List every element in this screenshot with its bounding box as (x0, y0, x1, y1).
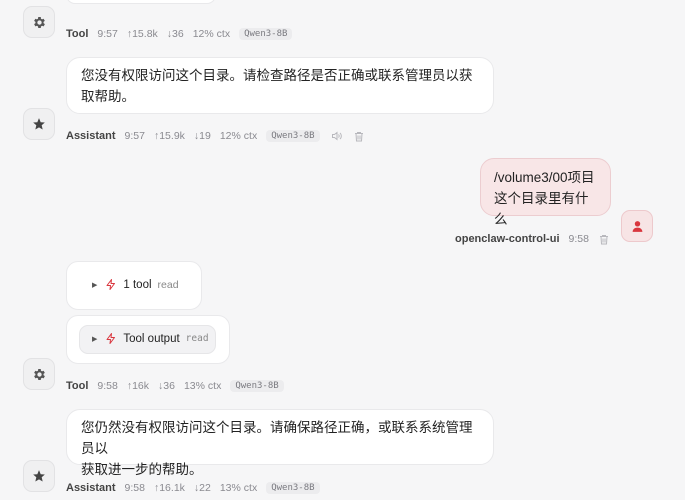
message-meta: openclaw-control-ui 9:58 (455, 231, 620, 247)
user-avatar (621, 210, 653, 242)
tokens-out: ↓19 (193, 130, 211, 142)
sender-name: Assistant (66, 482, 116, 494)
lightning-icon (106, 279, 116, 290)
message-time: 9:57 (124, 130, 145, 142)
user-message-bubble: /volume3/00项目 这个目录里有什么 (480, 158, 611, 227)
tokens-out: ↓36 (158, 380, 175, 392)
message-line: 您仍然没有权限访问这个目录。请确保路径正确，或联系系统管理员以 (81, 420, 473, 456)
trash-icon (354, 131, 363, 141)
lightning-icon (106, 333, 116, 344)
message-line: 这个目录里有什么 (494, 191, 589, 227)
previous-bubble-edge (66, 0, 216, 4)
model-badge: Qwen3-8B (239, 28, 293, 40)
assistant-avatar (23, 108, 55, 140)
message-time: 9:58 (124, 482, 145, 494)
message-meta: Assistant 9:58 ↑16.1k ↓22 13% ctx Qwen3-… (66, 480, 330, 496)
message-meta: Tool 9:58 ↑16k ↓36 13% ctx Qwen3-8B (66, 378, 294, 394)
triangle-right-icon: ▶ (92, 281, 98, 289)
tool-output-label: Tool output (123, 332, 180, 345)
message-line: /volume3/00项目 (494, 170, 595, 185)
person-icon (632, 220, 642, 232)
message-line: 获取进一步的帮助。 (81, 462, 203, 477)
sender-name: Assistant (66, 130, 116, 142)
chat-transcript: Tool 9:57 ↑15.8k ↓36 12% ctx Qwen3-8B 您没… (0, 0, 685, 500)
tokens-in: ↑16.1k (153, 482, 185, 494)
context-usage: 12% ctx (192, 28, 231, 40)
tool-name: read (157, 278, 179, 291)
tool-name: read (185, 333, 209, 344)
context-usage: 13% ctx (219, 482, 258, 494)
message-time: 9:58 (568, 233, 589, 245)
gear-icon (33, 16, 45, 28)
tokens-in: ↑15.9k (153, 130, 185, 142)
assistant-message-bubble: 您仍然没有权限访问这个目录。请确保路径正确，或联系系统管理员以 获取进一步的帮助… (66, 409, 494, 477)
assistant-avatar (23, 460, 55, 492)
assistant-message-bubble: 您没有权限访问这个目录。请检查路径是否正确或联系管理员以获取帮助。 (66, 57, 494, 114)
message-time: 9:57 (97, 28, 118, 40)
tokens-in: ↑15.8k (126, 28, 158, 40)
tool-count-label: 1 tool (123, 278, 152, 291)
triangle-right-icon: ▶ (92, 335, 98, 343)
sender-name: openclaw-control-ui (455, 233, 560, 245)
gear-icon (33, 368, 45, 380)
message-meta: Assistant 9:57 ↑15.9k ↓19 12% ctx Qwen3-… (66, 128, 375, 144)
context-usage: 12% ctx (219, 130, 258, 142)
tool-avatar (23, 6, 55, 38)
speaker-icon (331, 131, 342, 141)
context-usage: 13% ctx (183, 380, 222, 392)
model-badge: Qwen3-8B (266, 482, 320, 494)
delete-button[interactable] (353, 130, 365, 143)
message-time: 9:58 (97, 380, 118, 392)
trash-icon (599, 234, 608, 244)
speak-button[interactable] (330, 130, 343, 142)
star-icon (33, 118, 45, 130)
message-meta: Tool 9:57 ↑15.8k ↓36 12% ctx Qwen3-8B (66, 26, 302, 42)
model-badge: Qwen3-8B (230, 380, 284, 392)
sender-name: Tool (66, 380, 89, 392)
message-text: 您没有权限访问这个目录。请检查路径是否正确或联系管理员以获取帮助。 (81, 68, 473, 104)
delete-button[interactable] (598, 233, 610, 246)
tokens-out: ↓36 (166, 28, 184, 40)
star-icon (33, 470, 45, 482)
tokens-out: ↓22 (193, 482, 211, 494)
tokens-in: ↑16k (126, 380, 150, 392)
tool-avatar (23, 358, 55, 390)
sender-name: Tool (66, 28, 89, 40)
tool-summary-row[interactable]: ▶ 1 tool read (92, 278, 179, 291)
tool-output-row[interactable]: ▶ Tool output read (92, 332, 209, 345)
model-badge: Qwen3-8B (266, 130, 320, 142)
